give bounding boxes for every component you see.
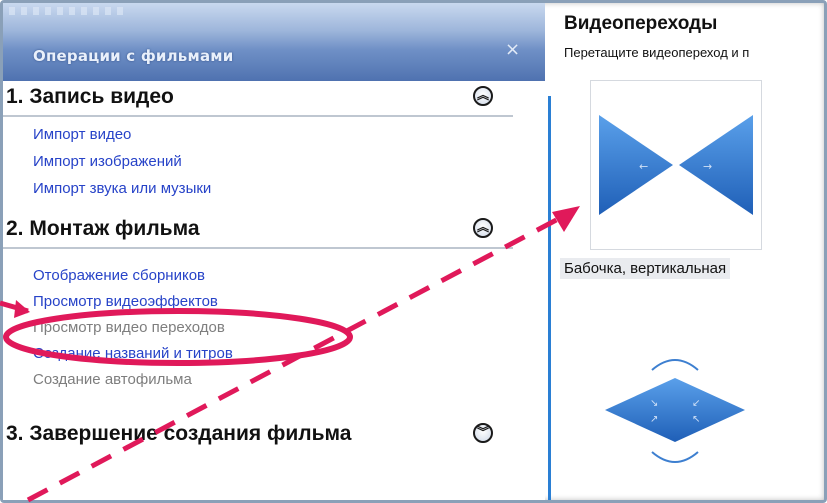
- chevron-up-icon[interactable]: ︽: [473, 86, 493, 106]
- link-make-titles[interactable]: Создание названий и титров: [3, 341, 513, 367]
- link-show-collections[interactable]: Отображение сборников: [3, 263, 513, 289]
- diamond-transition-icon: ↘ ↙ ↗ ↖: [605, 359, 745, 463]
- section-header[interactable]: 3. Завершение создания фильма ︾: [3, 418, 513, 452]
- panel-subtitle: Перетащите видеопереход и п: [564, 45, 750, 60]
- section-links: Отображение сборников Просмотр видеоэффе…: [3, 263, 513, 393]
- section-edit-movie: 2. Монтаж фильма ︽ Отображение сборников…: [3, 213, 513, 393]
- butterfly-vertical-icon: ← →: [599, 115, 753, 215]
- link-import-audio[interactable]: Импорт звука или музыки: [3, 175, 513, 202]
- section-links: Импорт видео Импорт изображений Импорт з…: [3, 121, 513, 202]
- section-title: 1. Запись видео: [6, 85, 174, 108]
- transition-butterfly-vertical[interactable]: ← →: [590, 80, 762, 250]
- svg-text:↖: ↖: [692, 414, 700, 425]
- svg-text:↗: ↗: [650, 414, 658, 425]
- link-view-video-transitions[interactable]: Просмотр видео переходов: [3, 315, 513, 341]
- chevron-up-icon[interactable]: ︽: [473, 218, 493, 238]
- chevron-down-icon[interactable]: ︾: [473, 423, 493, 443]
- svg-text:←: ←: [639, 160, 648, 173]
- movie-tasks-pane: Операции с фильмами × 1. Запись видео ︽ …: [3, 3, 545, 500]
- svg-text:→: →: [703, 160, 712, 173]
- section-header[interactable]: 2. Монтаж фильма ︽: [3, 213, 513, 249]
- close-icon[interactable]: ×: [505, 39, 520, 60]
- transition-diamond[interactable]: ↘ ↙ ↗ ↖: [590, 348, 760, 478]
- section-finish-movie: 3. Завершение создания фильма ︾: [3, 418, 513, 452]
- section-capture-video: 1. Запись видео ︽ Импорт видео Импорт из…: [3, 81, 513, 202]
- section-header[interactable]: 1. Запись видео ︽: [3, 81, 513, 117]
- link-import-video[interactable]: Импорт видео: [3, 121, 513, 148]
- pane-header: Операции с фильмами ×: [3, 3, 545, 81]
- pane-divider[interactable]: [548, 96, 551, 500]
- pane-title: Операции с фильмами: [33, 47, 234, 65]
- panel-title: Видеопереходы: [564, 13, 718, 34]
- header-decoration: [9, 7, 129, 15]
- section-title: 2. Монтаж фильма: [6, 217, 200, 240]
- svg-text:↘: ↘: [650, 398, 658, 409]
- link-import-pictures[interactable]: Импорт изображений: [3, 148, 513, 175]
- link-make-automovie[interactable]: Создание автофильма: [3, 367, 513, 393]
- section-title: 3. Завершение создания фильма: [6, 422, 352, 445]
- transition-label: Бабочка, вертикальная: [560, 258, 731, 279]
- svg-text:↙: ↙: [692, 398, 700, 409]
- link-view-video-effects[interactable]: Просмотр видеоэффектов: [3, 289, 513, 315]
- video-transitions-panel: Видеопереходы Перетащите видеопереход и …: [555, 3, 824, 500]
